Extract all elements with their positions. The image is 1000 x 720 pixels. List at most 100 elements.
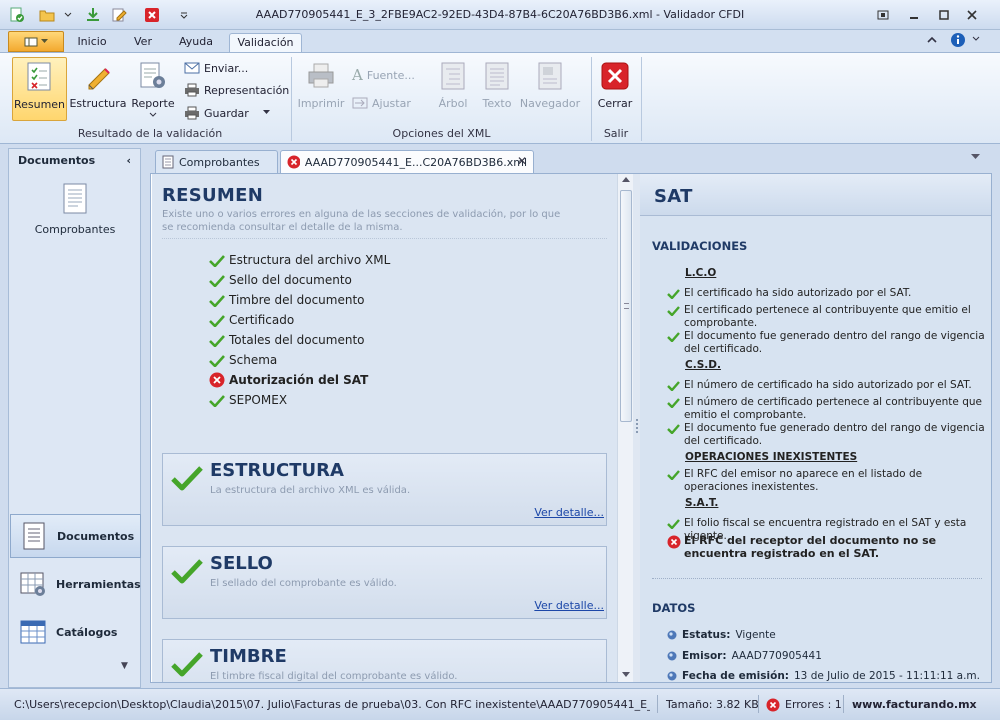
nav-collapse-button[interactable]: ‹ <box>126 154 131 167</box>
sat-check-item: El certificado pertenece al contribuyent… <box>667 304 985 330</box>
imprimir-button[interactable]: Imprimir <box>298 57 344 121</box>
tab-ver[interactable]: Ver <box>124 33 162 52</box>
check-icon <box>209 254 225 267</box>
minimize-button[interactable] <box>904 6 924 24</box>
arbol-button[interactable]: Árbol <box>432 57 474 121</box>
validation-item: SEPOMEX <box>209 390 589 410</box>
cerrar-button[interactable]: Cerrar <box>595 57 635 121</box>
group-resultado-label: Resultado de la validación <box>77 127 223 140</box>
fuente-button[interactable]: A Fuente... <box>352 65 415 85</box>
datos-item: Fecha de emisión: 13 de Julio de 2015 - 1… <box>667 670 980 682</box>
tab-xml-file[interactable]: AAAD770905441_E...C20A76BD3B6.xml ✕ <box>280 150 534 173</box>
tab-comprobantes[interactable]: Comprobantes <box>155 150 278 173</box>
estructura-button[interactable]: Estructura <box>69 57 127 121</box>
tabs-dropdown-icon[interactable] <box>971 154 980 160</box>
status-website-link[interactable]: www.facturando.mx <box>852 695 977 715</box>
error-icon <box>287 155 300 169</box>
check-icon <box>209 354 225 367</box>
validation-item-label: Totales del documento <box>229 333 365 347</box>
navegador-button[interactable]: Navegador <box>520 57 580 121</box>
guardar-button[interactable]: Guardar <box>184 103 271 123</box>
printer-large-icon <box>304 59 338 93</box>
error-icon <box>209 372 225 388</box>
enviar-button[interactable]: Enviar... <box>184 58 248 78</box>
sat-check-item: El número de certificado ha sido autoriz… <box>667 379 985 392</box>
navigation-pane: Documentos ‹ Comprobantes Documentos Her… <box>8 148 141 688</box>
summary-pane: RESUMEN Existe uno o varios errores en a… <box>152 174 618 682</box>
scrollbar[interactable] <box>617 174 633 682</box>
sat-check-item: El documento fue generado dentro del ran… <box>667 330 985 356</box>
datos-item: Estatus: Vigente <box>667 629 776 641</box>
resumen-description: Existe uno o varios errores en alguna de… <box>162 209 561 233</box>
sat-pane: SAT VALIDACIONES L.C.O El certificado ha… <box>640 174 991 682</box>
tab-close-icon[interactable]: ✕ <box>517 154 527 168</box>
group-opciones-label: Opciones del XML <box>392 127 491 140</box>
check-icon <box>171 466 203 491</box>
texto-button[interactable]: Texto <box>478 57 516 121</box>
nav-button-documentos[interactable]: Documentos <box>10 514 141 558</box>
status-path: C:\Users\recepcion\Desktop\Claudia\2015\… <box>14 698 650 711</box>
validation-item: Schema <box>209 350 589 370</box>
pencil-icon <box>81 59 115 93</box>
reporte-button[interactable]: Reporte <box>130 57 176 121</box>
info-icon[interactable] <box>950 32 966 48</box>
status-separator <box>657 695 658 713</box>
card-sello: SELLO El sellado del comprobante es váli… <box>162 546 607 619</box>
ver-detalle-link[interactable]: Ver detalle... <box>534 506 604 519</box>
csd-subtitle: C.S.D. <box>685 359 721 371</box>
sat-subtitle: S.A.T. <box>685 497 719 509</box>
representacion-label: Representación <box>204 83 290 97</box>
nav-more-button[interactable]: ▼ <box>121 661 128 671</box>
estructura-label: Estructura <box>69 97 127 110</box>
card-estructura: ESTRUCTURA La estructura del archivo XML… <box>162 453 607 526</box>
text-doc-icon <box>480 59 514 93</box>
help-dropdown-icon[interactable] <box>972 34 980 44</box>
status-errors-label: Errores : 1 <box>785 698 842 711</box>
validation-list: Estructura del archivo XML Sello del docu… <box>209 250 589 410</box>
tab-label: Comprobantes <box>179 155 260 169</box>
resumen-title: RESUMEN <box>162 185 264 206</box>
bullet-icon <box>667 651 677 661</box>
check-icon <box>209 314 225 327</box>
document-icon <box>63 183 87 214</box>
nav-item-comprobantes[interactable]: Comprobantes <box>35 183 115 236</box>
imprimir-label: Imprimir <box>297 97 345 110</box>
close-window-button[interactable] <box>962 6 982 24</box>
tab-validacion[interactable]: Validación <box>229 33 302 52</box>
ver-detalle-link[interactable]: Ver detalle... <box>534 599 604 612</box>
datos-item: Emisor: AAAD770905441 <box>667 650 822 662</box>
resumen-button[interactable]: Resumen <box>12 57 67 121</box>
maximize-button[interactable] <box>934 6 954 24</box>
card-title: ESTRUCTURA <box>210 460 344 481</box>
printer-icon <box>185 83 199 97</box>
screenshot-icon[interactable] <box>873 6 893 24</box>
card-title: SELLO <box>210 553 273 574</box>
nav-button-herramientas[interactable]: Herramientas <box>10 562 141 606</box>
scroll-up-icon[interactable] <box>622 177 630 183</box>
check-icon <box>171 652 203 677</box>
representacion-button[interactable]: Representación <box>184 80 289 100</box>
validation-item-label: SEPOMEX <box>229 393 288 407</box>
validation-item-label: Certificado <box>229 313 295 327</box>
ribbon: Resumen Estructura Reporte Enviar... Rep… <box>0 52 1000 144</box>
ajustar-button[interactable]: Ajustar <box>352 93 411 113</box>
scroll-thumb[interactable] <box>620 190 632 422</box>
documents-icon <box>23 522 45 550</box>
navegador-label: Navegador <box>519 97 581 110</box>
fuente-label: Fuente... <box>366 68 415 82</box>
sat-check-item: El RFC del emisor no aparece en el lista… <box>667 468 985 494</box>
ribbon-separator <box>641 57 642 141</box>
nav-button-catalogos[interactable]: Catálogos <box>10 610 141 654</box>
document-tabs: Comprobantes AAAD770905441_E...C20A76BD3… <box>150 148 992 173</box>
tab-inicio[interactable]: Inicio <box>72 33 112 52</box>
app-menu-button[interactable] <box>8 31 64 52</box>
validation-item: Estructura del archivo XML <box>209 250 589 270</box>
collapse-ribbon-icon[interactable] <box>926 34 938 46</box>
error-icon <box>766 698 780 712</box>
scroll-down-icon[interactable] <box>622 672 630 678</box>
status-errors[interactable]: Errores : 1 <box>766 695 842 715</box>
tab-ayuda[interactable]: Ayuda <box>172 33 220 52</box>
validation-item: Totales del documento <box>209 330 589 350</box>
status-separator <box>843 695 844 713</box>
sat-check-item: El certificado ha sido autorizado por el… <box>667 287 985 300</box>
